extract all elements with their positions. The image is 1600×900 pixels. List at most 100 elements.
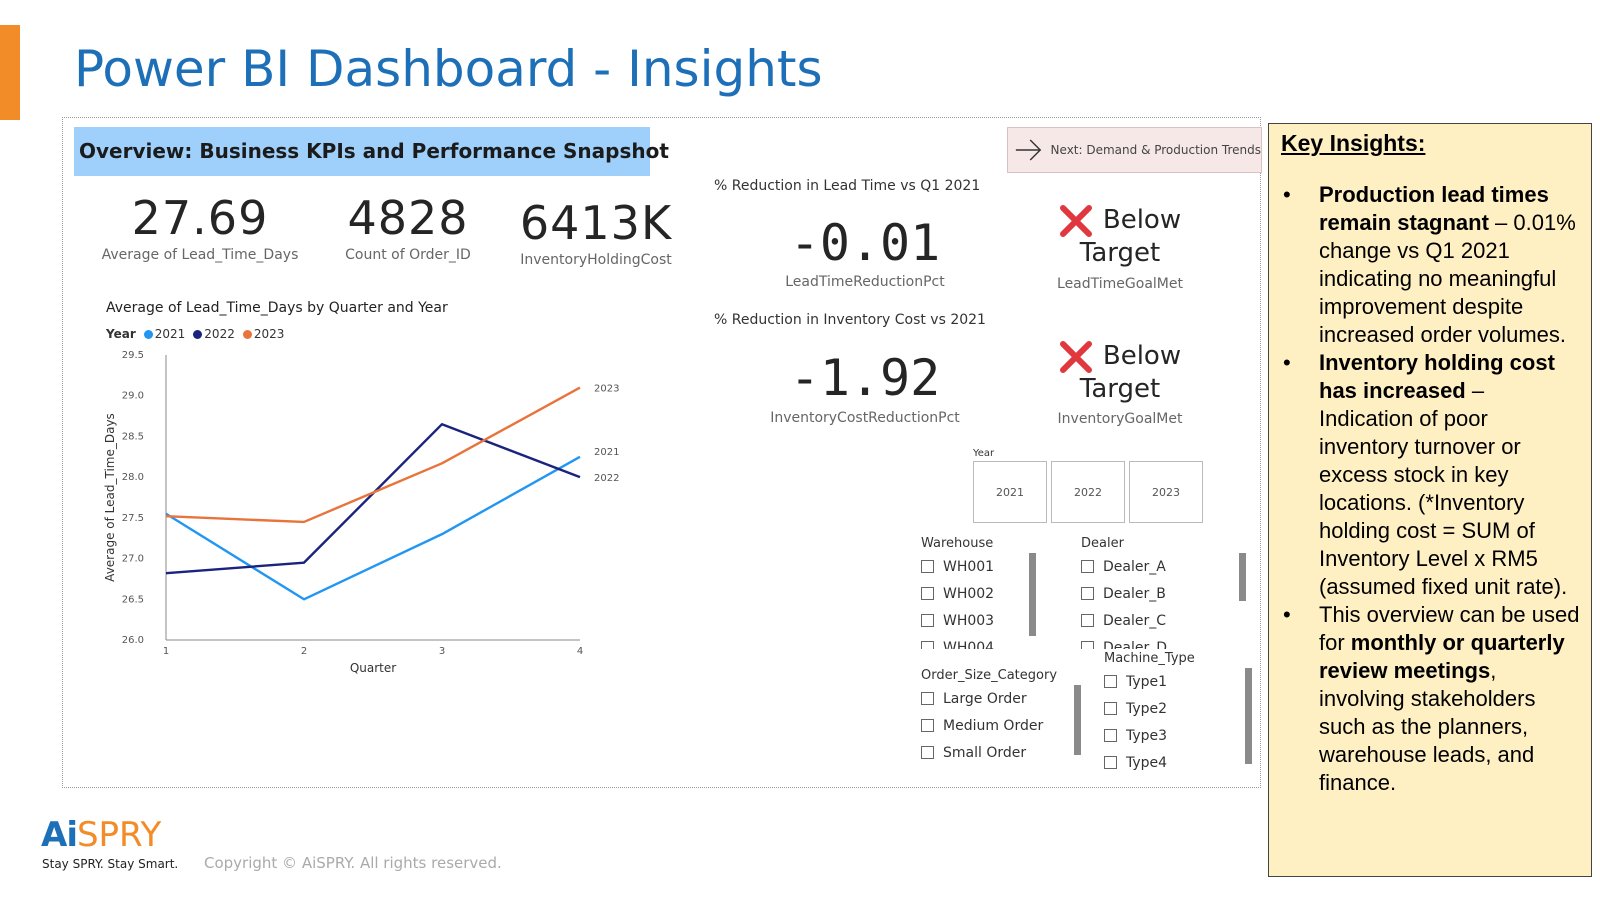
legend-dot <box>242 329 252 339</box>
lead-time-reduction-label: LeadTimeReductionPct <box>785 274 945 290</box>
year-option-2022[interactable]: 2022 <box>1051 461 1125 523</box>
arrow-right-icon <box>1015 139 1042 161</box>
footer-copyright: Copyright © AiSPRY. All rights reserved. <box>204 854 502 872</box>
order-size-option[interactable]: Small Order <box>921 739 1071 766</box>
legend-item-2021[interactable]: 2021 <box>143 327 186 341</box>
checkbox[interactable] <box>921 641 934 649</box>
x-tick-label: 1 <box>163 646 169 657</box>
x-axis-title: Quarter <box>350 661 396 675</box>
checkbox[interactable] <box>1104 702 1117 715</box>
option-label: Type4 <box>1126 754 1168 771</box>
footer-tagline: Stay SPRY. Stay Smart. <box>42 857 179 871</box>
inventory-goal-label: InventoryGoalMet <box>1057 411 1183 427</box>
kpi-card-order-count: 4828 Count of Order_ID <box>308 195 508 263</box>
year-option-2021[interactable]: 2021 <box>973 461 1047 523</box>
lead-time-goal-status: Below Target <box>1040 204 1200 269</box>
next-page-label: Next: Demand & Production Trends <box>1050 143 1261 157</box>
x-tick-label: 2 <box>301 646 307 657</box>
checkbox[interactable] <box>1104 729 1117 742</box>
next-page-button[interactable]: Next: Demand & Production Trends <box>1007 127 1262 173</box>
checkbox[interactable] <box>1104 675 1117 688</box>
option-label: WH001 <box>943 558 995 575</box>
insights-list: Production lead times remain stagnant – … <box>1281 181 1583 797</box>
insight-item: Inventory holding cost has increased – I… <box>1281 349 1583 601</box>
dealer-option[interactable]: Dealer_C <box>1081 607 1231 634</box>
kpi-label: InventoryHoldingCost <box>520 252 672 268</box>
warehouse-option[interactable]: WH004 <box>921 634 1026 649</box>
series-end-label: 2022 <box>594 473 619 484</box>
kpi-label: Average of Lead_Time_Days <box>101 247 299 263</box>
option-label: Large Order <box>943 690 1027 707</box>
x-tick-label: 4 <box>577 646 583 657</box>
order-size-scrollbar[interactable] <box>1074 685 1081 755</box>
kpi-label: Count of Order_ID <box>345 247 471 263</box>
y-axis-title: Average of Lead_Time_Days <box>103 413 117 582</box>
checkbox[interactable] <box>921 560 934 573</box>
checkbox[interactable] <box>1104 756 1117 769</box>
machine-type-option[interactable]: Type2 <box>1104 695 1224 722</box>
inventory-reduction-value: -1.92 <box>789 349 941 407</box>
checkbox[interactable] <box>921 614 934 627</box>
dealer-option[interactable]: Dealer_B <box>1081 580 1231 607</box>
option-label: Dealer_B <box>1103 585 1166 602</box>
status-text: Target <box>1079 238 1161 268</box>
order-size-option[interactable]: Large Order <box>921 685 1071 712</box>
kpi-value: 4828 <box>347 191 469 245</box>
checkbox[interactable] <box>1081 614 1094 627</box>
warehouse-option[interactable]: WH003 <box>921 607 1026 634</box>
legend-label: 2021 <box>154 327 186 341</box>
order-size-option[interactable]: Medium Order <box>921 712 1071 739</box>
legend-dot <box>143 329 153 339</box>
legend-item-2022[interactable]: 2022 <box>193 327 235 341</box>
option-label: Medium Order <box>943 717 1044 734</box>
checkbox[interactable] <box>921 587 934 600</box>
checkbox[interactable] <box>921 692 934 705</box>
order-size-slicer-list: Large Order Medium Order Small Order <box>921 685 1071 769</box>
inventory-section-title: % Reduction in Inventory Cost vs 2021 <box>714 312 986 328</box>
legend-title: Year <box>106 327 136 341</box>
logo-spry: SPRY <box>76 815 162 855</box>
checkbox[interactable] <box>1081 560 1094 573</box>
cross-icon <box>1059 205 1092 237</box>
kpi-card-inventory-cost: 6413K InventoryHoldingCost <box>506 200 686 268</box>
machine-type-scrollbar[interactable] <box>1245 668 1252 764</box>
checkbox[interactable] <box>1081 641 1094 649</box>
chart-title: Average of Lead_Time_Days by Quarter and… <box>106 300 448 316</box>
legend-dot <box>193 329 203 339</box>
option-label: Small Order <box>943 744 1027 761</box>
checkbox[interactable] <box>921 746 934 759</box>
lead-time-line-chart[interactable]: 26.0 26.5 27.0 27.5 28.0 28.5 29.0 29.5 1 2 3 4 Quar… <box>100 340 660 680</box>
dealer-option[interactable]: Dealer_A <box>1081 553 1231 580</box>
series-line-2021 <box>165 455 581 601</box>
insights-title: Key Insights: <box>1281 130 1426 156</box>
y-tick-label: 27.0 <box>122 554 144 565</box>
y-tick-label: 29.0 <box>122 391 144 402</box>
machine-type-slicer-list: Type1 Type2 Type3 Type4 <box>1104 668 1224 778</box>
order-size-slicer-title: Order_Size_Category <box>921 668 1058 683</box>
dealer-option[interactable]: Dealer_D <box>1081 634 1231 649</box>
checkbox[interactable] <box>921 719 934 732</box>
option-label: WH003 <box>943 612 995 629</box>
warehouse-scrollbar[interactable] <box>1029 553 1036 636</box>
status-text: Below <box>1102 341 1182 372</box>
year-option-2023[interactable]: 2023 <box>1129 461 1203 523</box>
option-label: Dealer_D <box>1103 639 1168 650</box>
warehouse-slicer-list: WH001 WH002 WH003 WH004 <box>921 553 1026 649</box>
legend-item-2023[interactable]: 2023 <box>242 327 284 341</box>
insight-bold: monthly or quarterly review meetings <box>1319 630 1565 683</box>
machine-type-option[interactable]: Type3 <box>1104 722 1224 749</box>
insight-item: Production lead times remain stagnant – … <box>1281 181 1583 349</box>
year-slicer-title: Year <box>973 448 995 459</box>
y-tick-label: 28.5 <box>122 431 144 442</box>
machine-type-option[interactable]: Type1 <box>1104 668 1224 695</box>
option-label: Type2 <box>1126 700 1168 717</box>
warehouse-option[interactable]: WH002 <box>921 580 1026 607</box>
checkbox[interactable] <box>1081 587 1094 600</box>
option-label: WH002 <box>943 585 995 602</box>
dealer-scrollbar[interactable] <box>1239 553 1246 601</box>
insight-text: – Indication of poor inventory turnover … <box>1319 378 1568 599</box>
machine-type-option[interactable]: Type4 <box>1104 749 1224 776</box>
insight-bold: Inventory holding cost has increased <box>1319 350 1555 403</box>
lead-time-section-title: % Reduction in Lead Time vs Q1 2021 <box>714 178 981 194</box>
warehouse-option[interactable]: WH001 <box>921 553 1026 580</box>
